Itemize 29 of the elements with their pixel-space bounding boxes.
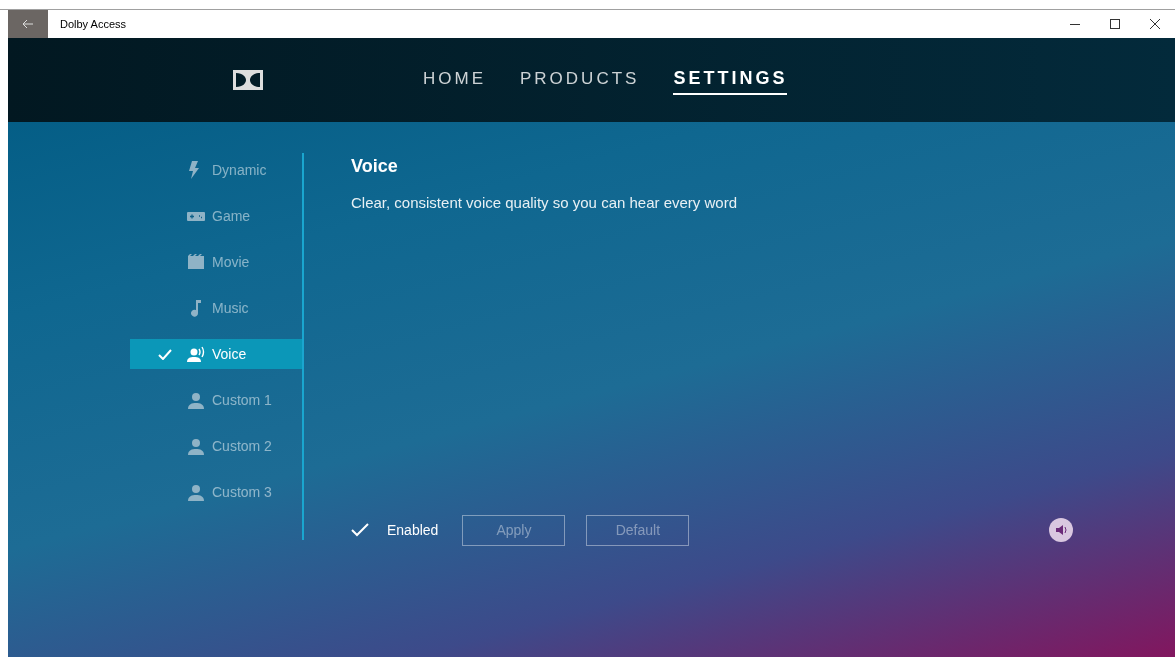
back-button[interactable] xyxy=(8,10,48,38)
clapperboard-icon xyxy=(187,253,205,271)
check-icon xyxy=(351,523,369,537)
enabled-checkbox[interactable]: Enabled xyxy=(351,519,439,541)
profile-item[interactable]: Music xyxy=(130,293,302,323)
back-arrow-icon xyxy=(22,19,34,29)
profile-item[interactable]: Custom 1 xyxy=(130,385,302,415)
minimize-icon xyxy=(1070,23,1080,25)
nav-tab[interactable]: SETTINGS xyxy=(673,65,788,95)
person-icon xyxy=(187,437,205,455)
section-description: Clear, consistent voice quality so you can hear every word xyxy=(351,193,739,213)
speaking-person-icon xyxy=(187,345,205,363)
check-icon xyxy=(158,348,172,360)
profile-item[interactable]: Custom 2 xyxy=(130,431,302,461)
speaker-icon[interactable] xyxy=(1049,518,1073,542)
profile-item[interactable]: Movie xyxy=(130,247,302,277)
section-title: Voice xyxy=(351,155,399,178)
profile-item[interactable]: Voice xyxy=(130,339,302,369)
profile-item[interactable]: Dynamic xyxy=(130,155,302,185)
profile-item[interactable]: Game xyxy=(130,201,302,231)
profile-item[interactable]: Custom 3 xyxy=(130,477,302,507)
window-title: Dolby Access xyxy=(60,16,127,32)
person-icon xyxy=(187,483,205,501)
nav-tab[interactable]: PRODUCTS xyxy=(520,65,640,95)
logo-icon xyxy=(233,70,263,90)
close-icon xyxy=(1150,19,1160,29)
nav-tab[interactable]: HOME xyxy=(423,65,486,95)
maximize-icon xyxy=(1110,19,1120,29)
person-icon xyxy=(187,391,205,409)
